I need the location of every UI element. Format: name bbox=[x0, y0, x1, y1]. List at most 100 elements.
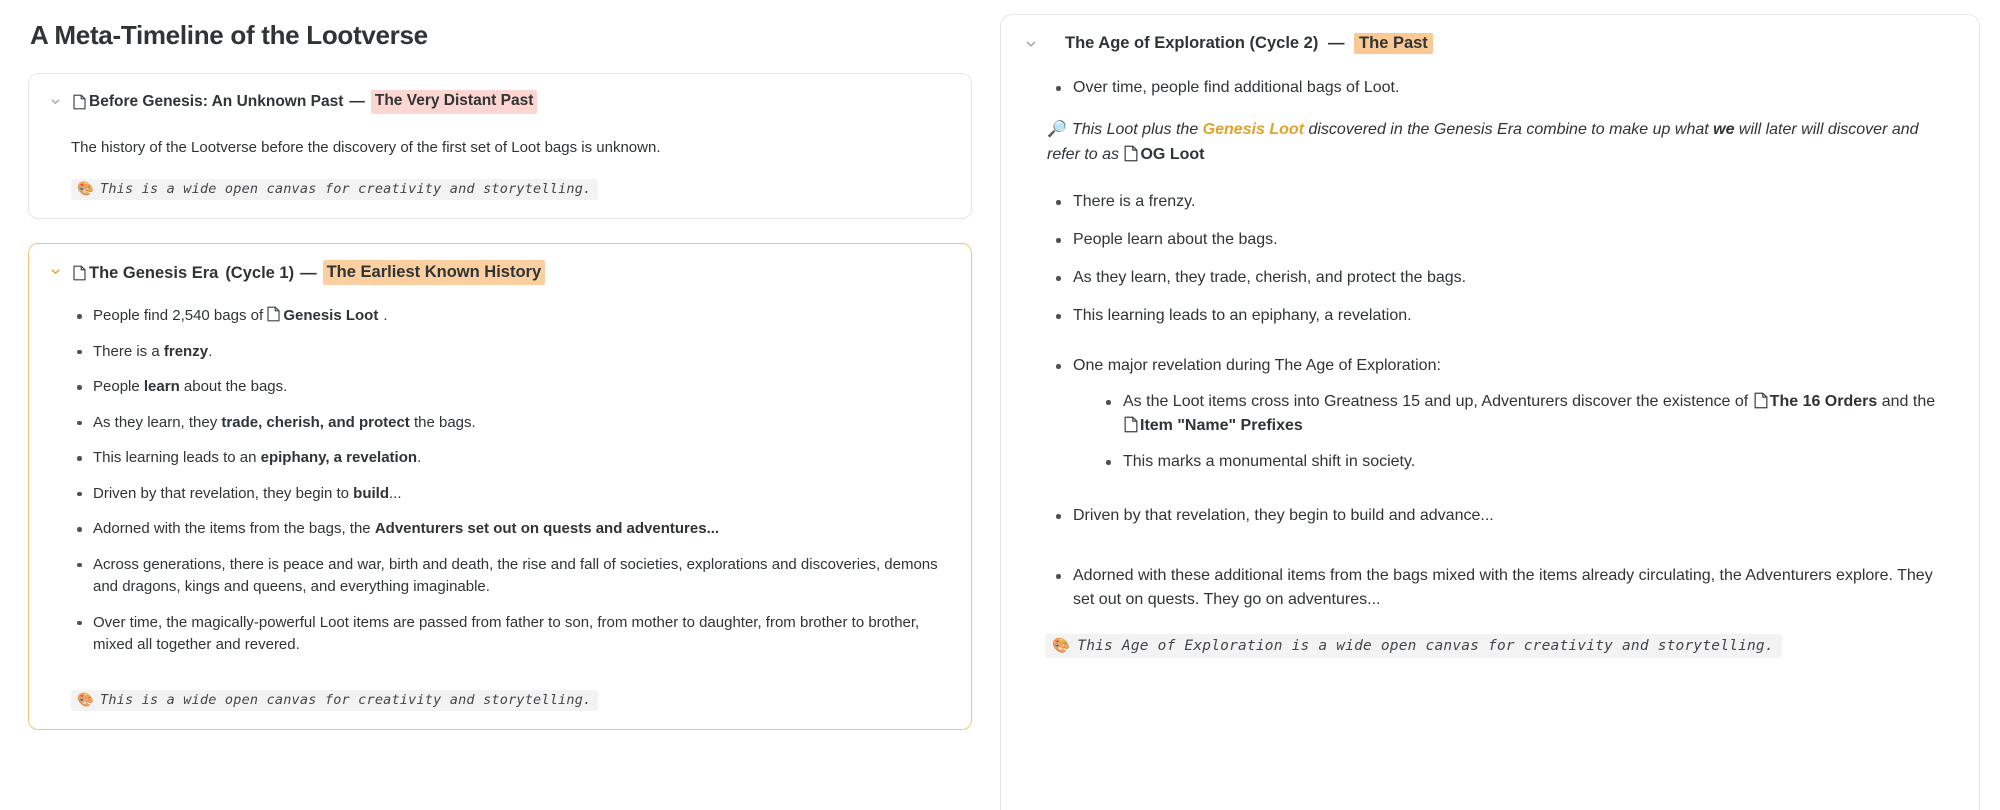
card-before-genesis: Before Genesis: An Unknown Past — The Ve… bbox=[28, 73, 972, 219]
list-item-text: Across generations, there is peace and w… bbox=[93, 556, 938, 596]
list-item: Over time, people find additional bags o… bbox=[1049, 76, 1953, 100]
toggle-header-genesis-era[interactable]: The Genesis Era (Cycle 1) — The Earliest… bbox=[47, 260, 949, 285]
list-item-text: People learn about the bags. bbox=[1073, 231, 1278, 248]
header-dash: — bbox=[300, 262, 317, 284]
toggle-header-before-genesis[interactable]: Before Genesis: An Unknown Past — The Ve… bbox=[47, 90, 949, 114]
bullet-list-age-of-exploration-tail: Driven by that revelation, they begin to… bbox=[1023, 504, 1953, 612]
left-column: A Meta-Timeline of the Lootverse Before … bbox=[0, 0, 1000, 810]
canvas-note-text: This Age of Exploration is a wide open c… bbox=[1077, 638, 1774, 654]
canvas-note-text: This is a wide open canvas for creativit… bbox=[100, 181, 591, 197]
magnifier-icon: 🔎 bbox=[1047, 121, 1067, 138]
emphasis-build: build bbox=[353, 485, 389, 502]
quote-og-loot: 🔎This Loot plus the Genesis Loot discove… bbox=[1047, 118, 1953, 168]
emphasis-trade-cherish-protect: trade, cherish, and protect bbox=[221, 414, 409, 431]
document-page-icon bbox=[1754, 392, 1768, 409]
document-page-icon bbox=[1124, 416, 1138, 433]
list-item-suffix: . bbox=[417, 449, 421, 466]
list-item: People learn about the bags. bbox=[1049, 228, 1953, 252]
doc-link-og-loot[interactable]: OG Loot bbox=[1140, 146, 1204, 163]
list-item-suffix: the bags. bbox=[410, 414, 476, 431]
bullet-list-age-of-exploration-top: Over time, people find additional bags o… bbox=[1023, 76, 1953, 100]
gold-link-genesis-loot[interactable]: Genesis Loot bbox=[1203, 121, 1304, 138]
card-genesis-era: The Genesis Era (Cycle 1) — The Earliest… bbox=[28, 243, 972, 730]
list-item: There is a frenzy. bbox=[71, 341, 949, 364]
document-page-icon bbox=[73, 94, 86, 110]
card-subtitle-cycle: (Cycle 1) bbox=[225, 262, 294, 284]
canvas-note-genesis-era: 🎨 This is a wide open canvas for creativi… bbox=[71, 690, 598, 711]
palette-icon: 🎨 bbox=[77, 181, 94, 197]
list-item-text: There is a frenzy. bbox=[1073, 193, 1195, 210]
canvas-note-text: This is a wide open canvas for creativit… bbox=[100, 692, 591, 708]
meta-timeline-page: A Meta-Timeline of the Lootverse Before … bbox=[0, 0, 2000, 810]
sub-item-text: As the Loot items cross into Greatness 1… bbox=[1123, 393, 1753, 410]
bullet-list-revelation: One major revelation during The Age of E… bbox=[1023, 354, 1953, 474]
list-item-suffix: . bbox=[383, 307, 387, 324]
emphasis-adventurers-quests: Adventurers set out on quests and advent… bbox=[375, 520, 719, 537]
list-item-text: Adorned with the items from the bags, th… bbox=[93, 520, 375, 537]
list-item-text: People bbox=[93, 378, 144, 395]
sub-item-mid: and the bbox=[1877, 393, 1935, 410]
emphasis-frenzy: frenzy bbox=[164, 343, 208, 360]
list-item: As the Loot items cross into Greatness 1… bbox=[1099, 390, 1953, 438]
header-dash: — bbox=[349, 92, 365, 113]
canvas-note-before-genesis: 🎨 This is a wide open canvas for creativi… bbox=[71, 179, 598, 200]
bullet-list-genesis-era: People find 2,540 bags of Genesis Loot. … bbox=[47, 305, 949, 657]
status-badge-earliest-known-history: The Earliest Known History bbox=[323, 260, 546, 285]
right-column: The Age of Exploration (Cycle 2) — The P… bbox=[1000, 0, 2000, 810]
list-item-text: Driven by that revelation, they begin to… bbox=[1073, 507, 1494, 524]
list-item: Adorned with the items from the bags, th… bbox=[71, 518, 949, 541]
list-item-suffix: ... bbox=[389, 485, 402, 502]
list-item: As they learn, they trade, cherish, and … bbox=[1049, 266, 1953, 290]
emphasis-we: we bbox=[1713, 121, 1734, 138]
list-item-suffix: . bbox=[208, 343, 212, 360]
list-item-suffix: about the bags. bbox=[180, 378, 288, 395]
palette-icon: 🎨 bbox=[1052, 638, 1070, 654]
bullet-list-age-of-exploration-mid: There is a frenzy. People learn about th… bbox=[1023, 190, 1953, 328]
chevron-down-icon[interactable] bbox=[47, 261, 63, 281]
doc-link-genesis-loot[interactable]: Genesis Loot bbox=[283, 307, 378, 324]
list-item-text: This learning leads to an epiphany, a re… bbox=[1073, 307, 1412, 324]
sub-bullet-list-revelation: As the Loot items cross into Greatness 1… bbox=[1073, 390, 1953, 474]
palette-icon: 🎨 bbox=[77, 692, 94, 708]
sub-item-text: This marks a monumental shift in society… bbox=[1123, 453, 1415, 470]
doc-link-item-name-prefixes[interactable]: Item "Name" Prefixes bbox=[1140, 417, 1303, 434]
page-title: A Meta-Timeline of the Lootverse bbox=[30, 20, 972, 51]
list-item: People find 2,540 bags of Genesis Loot. bbox=[71, 305, 949, 328]
emphasis-learn: learn bbox=[144, 378, 180, 395]
list-item: This learning leads to an epiphany, a re… bbox=[1049, 304, 1953, 328]
list-item: As they learn, they trade, cherish, and … bbox=[71, 412, 949, 435]
list-item-text: As they learn, they trade, cherish, and … bbox=[1073, 269, 1466, 286]
card-title-before-genesis: Before Genesis: An Unknown Past bbox=[89, 92, 343, 113]
doc-link-16-orders[interactable]: The 16 Orders bbox=[1770, 393, 1878, 410]
header-dash: — bbox=[1328, 34, 1345, 52]
list-item: This learning leads to an epiphany, a re… bbox=[71, 447, 949, 470]
list-item: People learn about the bags. bbox=[71, 376, 949, 399]
list-item-text: Over time, the magically-powerful Loot i… bbox=[93, 614, 919, 654]
chevron-down-icon[interactable] bbox=[1023, 34, 1039, 54]
card-header-text-before-genesis: Before Genesis: An Unknown Past — The Ve… bbox=[73, 90, 537, 114]
quote-part-2: discovered in the Genesis Era combine to… bbox=[1304, 121, 1713, 138]
document-page-icon bbox=[267, 306, 280, 322]
status-badge-very-distant-past: The Very Distant Past bbox=[371, 90, 538, 114]
list-item-text: This learning leads to an bbox=[93, 449, 261, 466]
card-title-genesis-era: The Genesis Era bbox=[89, 262, 218, 284]
document-page-icon bbox=[1124, 145, 1138, 162]
chevron-down-icon[interactable] bbox=[47, 91, 63, 111]
toggle-header-age-of-exploration[interactable]: The Age of Exploration (Cycle 2) — The P… bbox=[1023, 33, 1953, 54]
paragraph-before-genesis: The history of the Lootverse before the … bbox=[71, 136, 949, 159]
list-item-text: As they learn, they bbox=[93, 414, 221, 431]
canvas-note-age-of-exploration: 🎨 This Age of Exploration is a wide open … bbox=[1045, 634, 1782, 658]
list-item: Driven by that revelation, they begin to… bbox=[71, 483, 949, 506]
list-item: Across generations, there is peace and w… bbox=[71, 554, 949, 599]
panel-age-of-exploration: The Age of Exploration (Cycle 2) — The P… bbox=[1000, 14, 1980, 810]
list-item: There is a frenzy. bbox=[1049, 190, 1953, 214]
list-item-text: Over time, people find additional bags o… bbox=[1073, 79, 1399, 96]
panel-header-text: The Age of Exploration (Cycle 2) — The P… bbox=[1065, 33, 1433, 54]
list-item: Over time, the magically-powerful Loot i… bbox=[71, 612, 949, 657]
card-header-text-genesis-era: The Genesis Era (Cycle 1) — The Earliest… bbox=[73, 260, 545, 285]
list-item-text: One major revelation during The Age of E… bbox=[1073, 357, 1441, 374]
emphasis-epiphany: epiphany, a revelation bbox=[261, 449, 417, 466]
list-item-text: Driven by that revelation, they begin to bbox=[93, 485, 353, 502]
document-page-icon bbox=[73, 265, 86, 281]
list-item: One major revelation during The Age of E… bbox=[1049, 354, 1953, 474]
